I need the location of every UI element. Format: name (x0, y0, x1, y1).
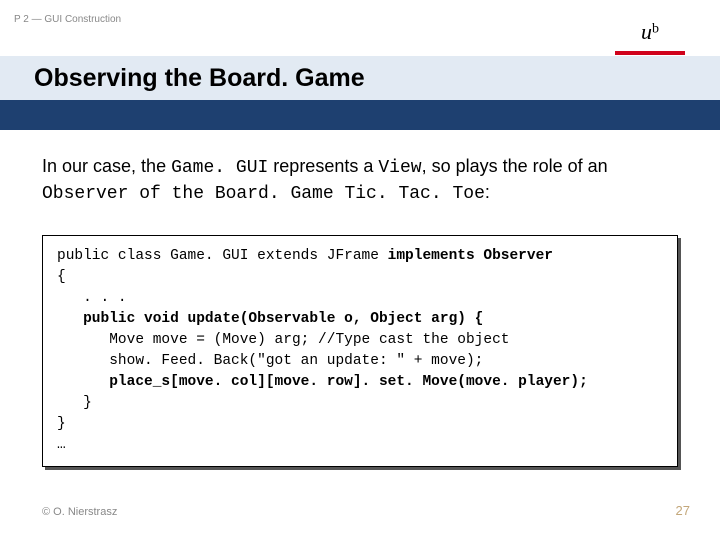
code-box: public class Game. GUI extends JFrame im… (42, 235, 678, 467)
course-header: P 2 — GUI Construction (14, 14, 121, 25)
dark-band (0, 100, 720, 130)
body-paragraph: In our case, the Game. GUI represents a … (42, 154, 678, 207)
page-number: 27 (676, 503, 690, 518)
title-band: Observing the Board. Game (0, 56, 720, 100)
footer-copyright: © O. Nierstrasz (42, 506, 117, 518)
slide-title: Observing the Board. Game (34, 64, 365, 93)
